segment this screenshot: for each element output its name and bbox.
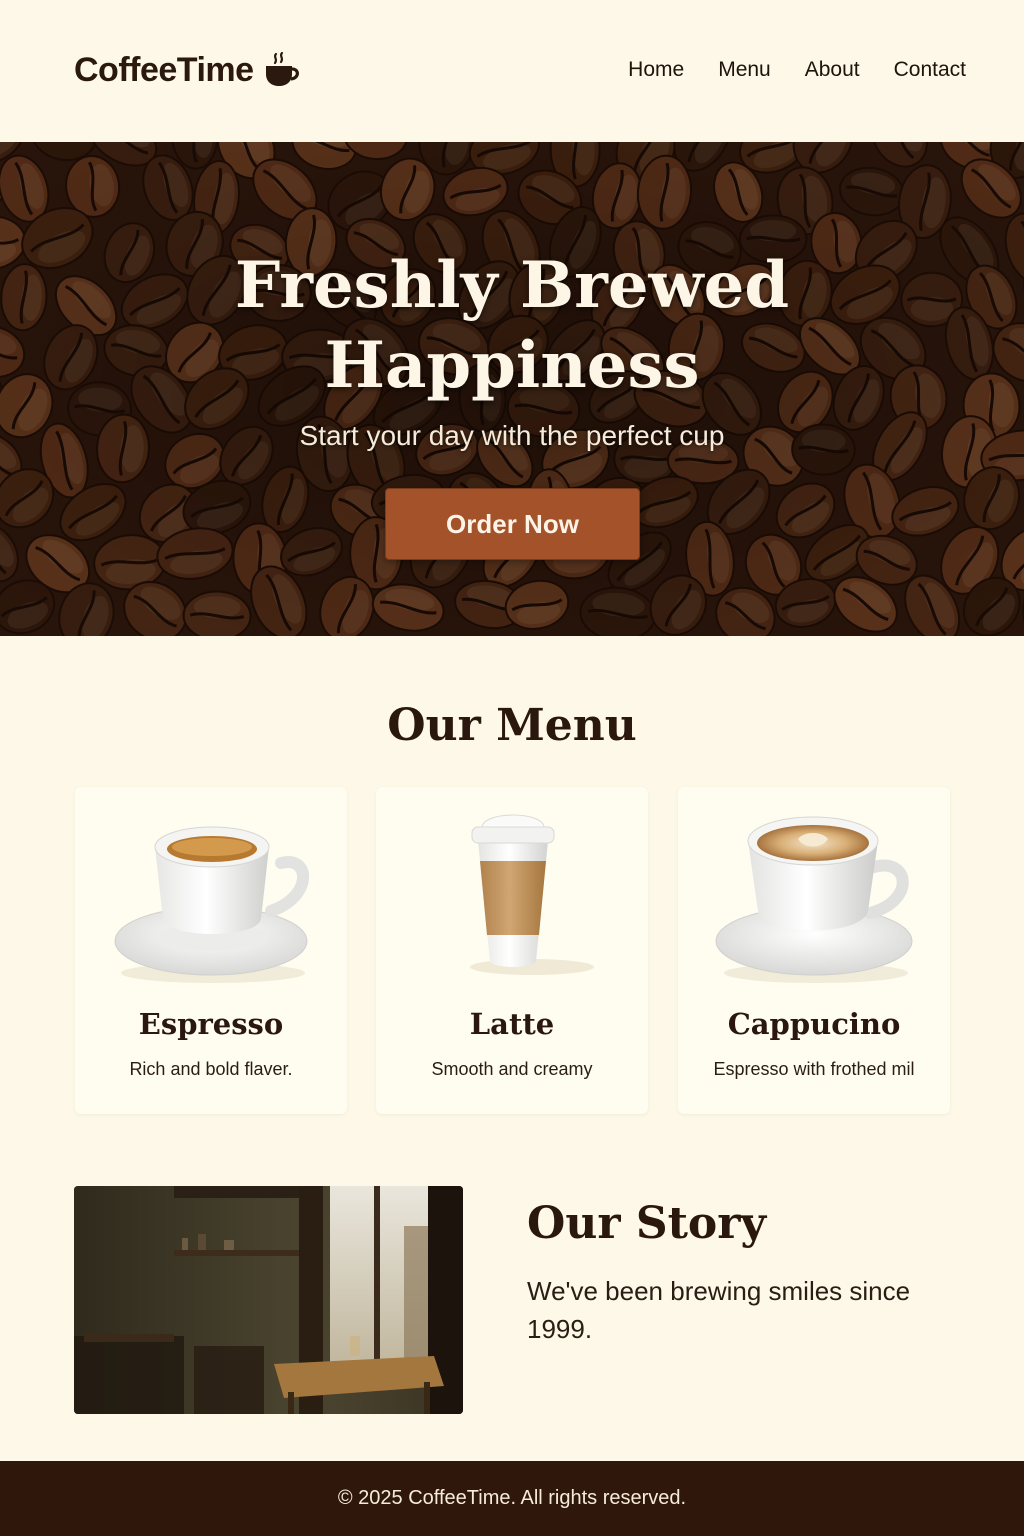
menu-card-latte[interactable]: Latte Smooth and creamy (376, 787, 648, 1114)
hero-title-line2: Happiness (324, 328, 700, 403)
hero-subtitle: Start your day with the perfect cup (299, 420, 725, 451)
menu-card-espresso[interactable]: Espresso Rich and bold flaver. (75, 787, 347, 1114)
menu-item-name: Espresso (138, 1007, 284, 1041)
menu-card-cappucino[interactable]: Cappucino Espresso with frothed mil (678, 787, 950, 1114)
nav-menu[interactable]: Menu (718, 58, 771, 82)
menu-item-description: Smooth and creamy (431, 1059, 593, 1079)
site-header: CoffeeTime Home Menu About Contact (0, 0, 1024, 142)
hero-title-line1: Freshly Brewed (234, 248, 790, 323)
menu-title: Our Menu (387, 700, 637, 751)
nav-contact[interactable]: Contact (894, 58, 966, 82)
cafe-interior-image (74, 1186, 463, 1414)
coffee-cup-icon (265, 51, 299, 86)
hero-title: Freshly Brewed Happiness (0, 246, 1024, 406)
menu-item-name: Cappucino (727, 1007, 901, 1041)
order-now-button[interactable]: Order Now (385, 488, 640, 560)
brand-logo[interactable]: CoffeeTime (74, 50, 302, 90)
nav-about[interactable]: About (805, 58, 860, 82)
nav-home[interactable]: Home (628, 58, 684, 82)
site-footer: © 2025 CoffeeTime. All rights reserved. (0, 1461, 1024, 1536)
main-nav: Home Menu About Contact (628, 58, 966, 82)
menu-item-description: Rich and bold flaver. (129, 1059, 293, 1079)
brand-name: CoffeeTime (74, 50, 254, 89)
menu-item-description: Espresso with frothed mil (713, 1059, 915, 1079)
menu-item-name: Latte (469, 1007, 555, 1041)
story-text: We've been brewing smiles since 1999. (527, 1276, 911, 1344)
footer-copyright: © 2025 CoffeeTime. All rights reserved. (337, 1487, 687, 1509)
takeaway-cup-image (470, 814, 594, 975)
espresso-cup-image (114, 826, 310, 983)
cappuccino-cup-image (715, 816, 913, 983)
hero-section: Freshly Brewed Happiness Start your day … (0, 142, 1024, 636)
story-title: Our Story (527, 1198, 767, 1249)
